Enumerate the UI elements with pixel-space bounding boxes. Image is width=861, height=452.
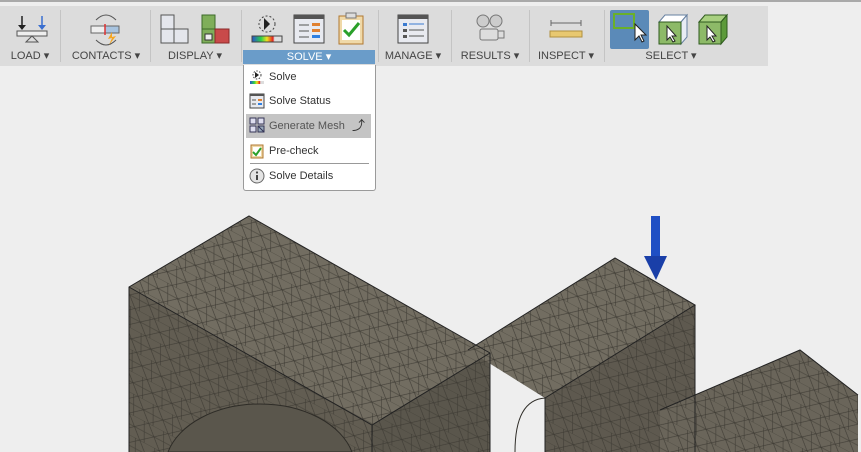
menu-item-generate-mesh[interactable]: Generate Mesh ⤴ — [246, 114, 371, 138]
display-layout-icon — [160, 14, 189, 44]
results-icon — [476, 14, 505, 41]
load-menu[interactable]: LOAD ▾ — [6, 49, 54, 62]
box-select-icon[interactable] — [655, 12, 691, 46]
solve-icon — [250, 70, 264, 84]
load-group[interactable]: LOAD ▾ — [6, 6, 54, 66]
contacts-group[interactable]: CONTACTS ▾ — [66, 6, 146, 66]
body-select-icon[interactable] — [695, 12, 731, 46]
window-select-button[interactable] — [610, 10, 649, 49]
inspect-menu[interactable]: INSPECT ▾ — [531, 49, 601, 62]
select-group[interactable]: SELECT ▾ — [607, 6, 735, 66]
manage-icon — [397, 14, 429, 44]
solve-menu[interactable]: SOLVE ▾ — [243, 50, 375, 64]
measure-icon — [549, 20, 583, 38]
solve-group[interactable]: SOLVE ▾ — [243, 6, 375, 66]
contacts-menu[interactable]: CONTACTS ▾ — [66, 49, 146, 62]
model-viewport[interactable] — [0, 66, 861, 452]
meshed-part[interactable] — [128, 215, 859, 452]
precheck-icon — [338, 12, 364, 45]
display-group[interactable]: DISPLAY ▾ — [152, 6, 238, 66]
menu-item-pre-check[interactable]: Pre-check — [246, 140, 371, 162]
window-select-icon — [613, 13, 648, 43]
menu-item-solve[interactable]: Solve — [246, 66, 371, 88]
select-menu[interactable]: SELECT ▾ — [607, 49, 735, 62]
solve-status-icon — [293, 14, 325, 44]
display-menu[interactable]: DISPLAY ▾ — [152, 49, 238, 62]
precheck-icon — [250, 144, 264, 159]
manage-group[interactable]: MANAGE ▾ — [381, 6, 445, 66]
load-arrow-icon[interactable] — [644, 216, 667, 280]
menu-divider — [250, 163, 369, 164]
window-top-border — [0, 0, 861, 2]
menu-item-solve-details[interactable]: Solve Details — [246, 165, 371, 187]
solve-status-icon — [249, 93, 265, 109]
results-menu[interactable]: RESULTS ▾ — [454, 49, 526, 62]
results-group[interactable]: RESULTS ▾ — [454, 6, 526, 66]
flyout-arrow-icon: ⤴ — [351, 118, 365, 133]
manage-menu[interactable]: MANAGE ▾ — [381, 49, 445, 62]
inspect-group[interactable]: INSPECT ▾ — [531, 6, 601, 66]
ribbon-toolbar: LOAD ▾ CONTACTS ▾ DISPLAY ▾ SOLVE ▾ MANA… — [0, 6, 768, 66]
mesh-icon — [249, 117, 265, 133]
solve-icon — [251, 15, 283, 43]
contacts-icon — [90, 14, 120, 46]
info-icon — [249, 168, 265, 184]
solve-dropdown-menu: Solve Solve Status Generate Mesh ⤴ Pre-c… — [243, 65, 376, 191]
load-icon — [16, 16, 48, 43]
menu-item-solve-status[interactable]: Solve Status — [246, 90, 371, 112]
display-lock-icon — [201, 14, 230, 44]
